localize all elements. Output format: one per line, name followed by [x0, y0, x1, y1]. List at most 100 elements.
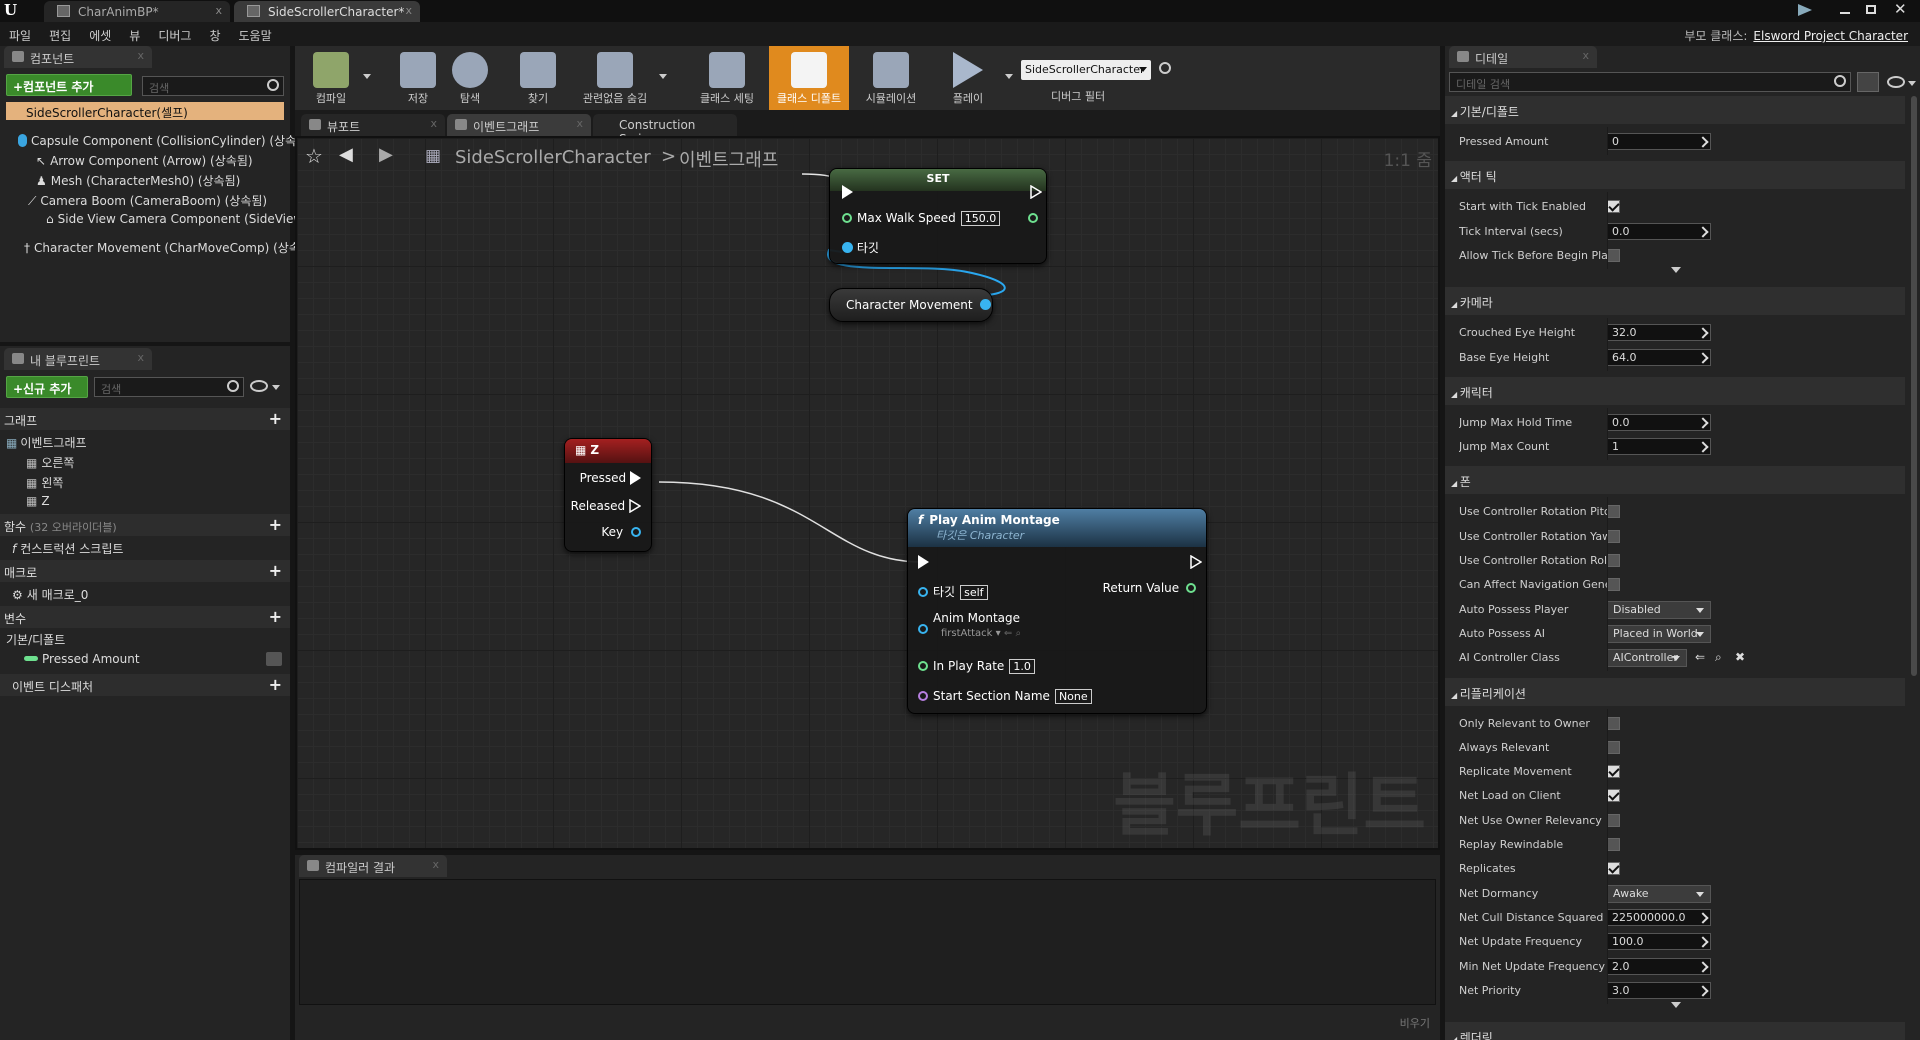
start-section-input[interactable]: None — [1054, 689, 1092, 704]
add-graph-icon[interactable]: + — [269, 409, 282, 428]
save-button[interactable]: 저장 — [393, 46, 443, 110]
menu-file[interactable]: 파일 — [0, 22, 40, 44]
close-icon[interactable]: x — [432, 858, 439, 871]
collapse-arrow-icon[interactable]: ◢ — [1451, 1035, 1460, 1040]
details-scrollbar[interactable] — [1911, 96, 1917, 676]
find-button[interactable]: 찾기 — [513, 46, 563, 110]
close-icon[interactable]: x — [1582, 49, 1589, 62]
debug-object-select[interactable]: SideScrollerCharacter — [1021, 60, 1151, 80]
close-icon[interactable]: x — [405, 4, 412, 17]
property-dropdown[interactable]: Disabled — [1607, 600, 1711, 619]
add-component-button[interactable]: +컴포넌트 추가 — [6, 74, 132, 96]
add-dispatcher-icon[interactable]: + — [269, 675, 282, 694]
close-window-icon[interactable]: ✕ — [1894, 0, 1907, 18]
eye-icon[interactable] — [250, 380, 268, 392]
search-icon[interactable] — [1834, 75, 1846, 87]
close-icon[interactable]: x — [576, 117, 583, 130]
property-checkbox[interactable] — [1607, 789, 1620, 803]
z-key-event-node[interactable]: ▦ Z Pressed Released Key — [564, 438, 652, 552]
chevron-down-icon[interactable] — [1005, 74, 1013, 79]
add-variable-icon[interactable]: + — [269, 607, 282, 626]
component-item[interactable]: ⌂ Side View Camera Component (SideView — [46, 212, 303, 226]
section-functions[interactable]: 함수 (32 오버라이더블) + — [0, 514, 290, 536]
component-item[interactable]: ♟ Mesh (CharacterMesh0) (상속됨) — [36, 172, 240, 189]
released-pin[interactable]: Released — [571, 498, 642, 514]
component-item[interactable]: † Character Movement (CharMoveComp) (상속 — [24, 239, 300, 256]
property-checkbox[interactable] — [1607, 505, 1620, 519]
add-function-icon[interactable]: + — [269, 515, 282, 534]
collapse-arrow-icon[interactable]: ◢ — [1451, 109, 1460, 118]
component-search-input[interactable]: 검색 — [142, 76, 284, 96]
close-icon[interactable]: x — [430, 117, 437, 130]
property-number-input[interactable]: 225000000.0 — [1607, 908, 1711, 926]
collapse-arrow-icon[interactable]: ◢ — [1451, 479, 1460, 488]
tab-components[interactable]: 컴포넌트 x — [4, 46, 152, 68]
column-divider[interactable] — [1607, 127, 1608, 156]
max-walk-speed-pin[interactable]: Max Walk Speed 150.0 — [842, 211, 1001, 226]
search-icon[interactable] — [1159, 62, 1171, 74]
column-divider[interactable] — [1607, 318, 1608, 371]
collapse-arrow-icon[interactable]: ◢ — [1451, 174, 1460, 183]
component-item[interactable]: ⟋ Camera Boom (CameraBoom) (상속됨) — [28, 192, 267, 209]
variable-category[interactable]: 기본/디폴트 — [6, 631, 65, 648]
return-value-pin[interactable]: Return Value — [1103, 581, 1196, 595]
doc-tab-sidescrollercharacter[interactable]: SideScrollerCharacter* x — [234, 1, 420, 22]
construction-script-item[interactable]: f 컨스트럭션 스크립트 — [12, 540, 123, 557]
target-pin[interactable]: 타깃 self — [918, 583, 988, 600]
details-section[interactable]: ◢ 액터 틱 — [1445, 161, 1905, 190]
macro-item[interactable]: ⚙ 새 매크로_0 — [12, 586, 88, 603]
details-section[interactable]: ◢ 캐릭터 — [1445, 376, 1905, 405]
property-number-input[interactable]: 100.0 — [1607, 933, 1711, 951]
pressed-pin[interactable]: Pressed — [580, 471, 641, 485]
details-section[interactable]: ◢ 렌더링 — [1445, 1022, 1905, 1040]
set-node[interactable]: SET Max Walk Speed 150.0 타깃 — [829, 168, 1047, 264]
event-item[interactable]: ▦ Z — [26, 494, 50, 508]
collapse-arrow-icon[interactable]: ◢ — [1451, 691, 1460, 700]
property-checkbox[interactable] — [1607, 765, 1620, 779]
unreal-logo-icon[interactable]: U — [4, 1, 24, 21]
browse-icon[interactable]: ⌕ — [1715, 650, 1722, 665]
search-icon[interactable] — [227, 380, 239, 392]
property-number-input[interactable]: 3.0 — [1607, 981, 1711, 999]
exec-in-pin[interactable] — [918, 555, 929, 569]
clear-icon[interactable]: ✖ — [1735, 650, 1745, 664]
anim-montage-pin[interactable]: Anim Montage firstAttack ▾ ⇐ ⌕ — [918, 611, 1021, 639]
add-new-button[interactable]: +신규 추가 — [6, 376, 88, 398]
float-out-pin-icon[interactable] — [1028, 213, 1038, 223]
use-selected-icon[interactable]: ⇐ — [1004, 628, 1012, 639]
component-item[interactable]: ↖ Arrow Component (Arrow) (상속됨) — [36, 152, 253, 169]
menu-help[interactable]: 도움말 — [230, 22, 281, 44]
section-variables[interactable]: 변수 + — [0, 606, 290, 628]
target-pin[interactable]: 타깃 — [842, 239, 879, 256]
property-number-input[interactable]: 64.0 — [1607, 348, 1711, 366]
object-pin-icon[interactable] — [980, 299, 992, 310]
close-icon[interactable]: x — [137, 49, 144, 62]
add-macro-icon[interactable]: + — [269, 561, 282, 580]
details-section[interactable]: ◢ 기본/디폴트 — [1445, 96, 1905, 124]
event-graph-canvas[interactable]: ☆ ◀ ▶ ▦ SideScrollerCharacter > 이벤트그래프 1… — [295, 136, 1440, 850]
property-dropdown[interactable]: Awake — [1607, 884, 1711, 903]
property-checkbox[interactable] — [1607, 578, 1620, 592]
chevron-down-icon[interactable] — [363, 74, 371, 79]
play-anim-montage-node[interactable]: f Play Anim Montage 타깃은 Character 타깃 self R… — [907, 508, 1207, 714]
menu-debug[interactable]: 디버그 — [149, 22, 200, 44]
play-rate-input[interactable]: 1.0 — [1009, 659, 1035, 674]
property-checkbox[interactable] — [1607, 200, 1620, 214]
property-dropdown[interactable]: Placed in World — [1607, 624, 1711, 643]
property-checkbox[interactable] — [1607, 716, 1620, 730]
property-number-input[interactable]: 0 — [1607, 133, 1711, 150]
component-item[interactable]: Capsule Component (CollisionCylinder) (상… — [18, 132, 296, 149]
property-checkbox[interactable] — [1607, 862, 1620, 876]
collapse-arrow-icon[interactable]: ◢ — [1451, 390, 1460, 399]
property-matrix-icon[interactable] — [1857, 72, 1879, 92]
exec-out-pin[interactable] — [1190, 554, 1203, 572]
property-checkbox[interactable] — [1607, 813, 1620, 827]
maximize-icon[interactable] — [1866, 5, 1876, 14]
details-search-input[interactable]: 디테일 검색 — [1449, 72, 1851, 92]
tab-my-blueprint[interactable]: 내 블루프린트 x — [4, 348, 152, 370]
tab-viewport[interactable]: 뷰포트 x — [301, 114, 445, 136]
menu-window[interactable]: 창 — [200, 22, 229, 44]
property-checkbox[interactable] — [1607, 838, 1620, 851]
minimize-icon[interactable] — [1840, 12, 1850, 14]
property-number-input[interactable]: 1 — [1607, 438, 1711, 456]
